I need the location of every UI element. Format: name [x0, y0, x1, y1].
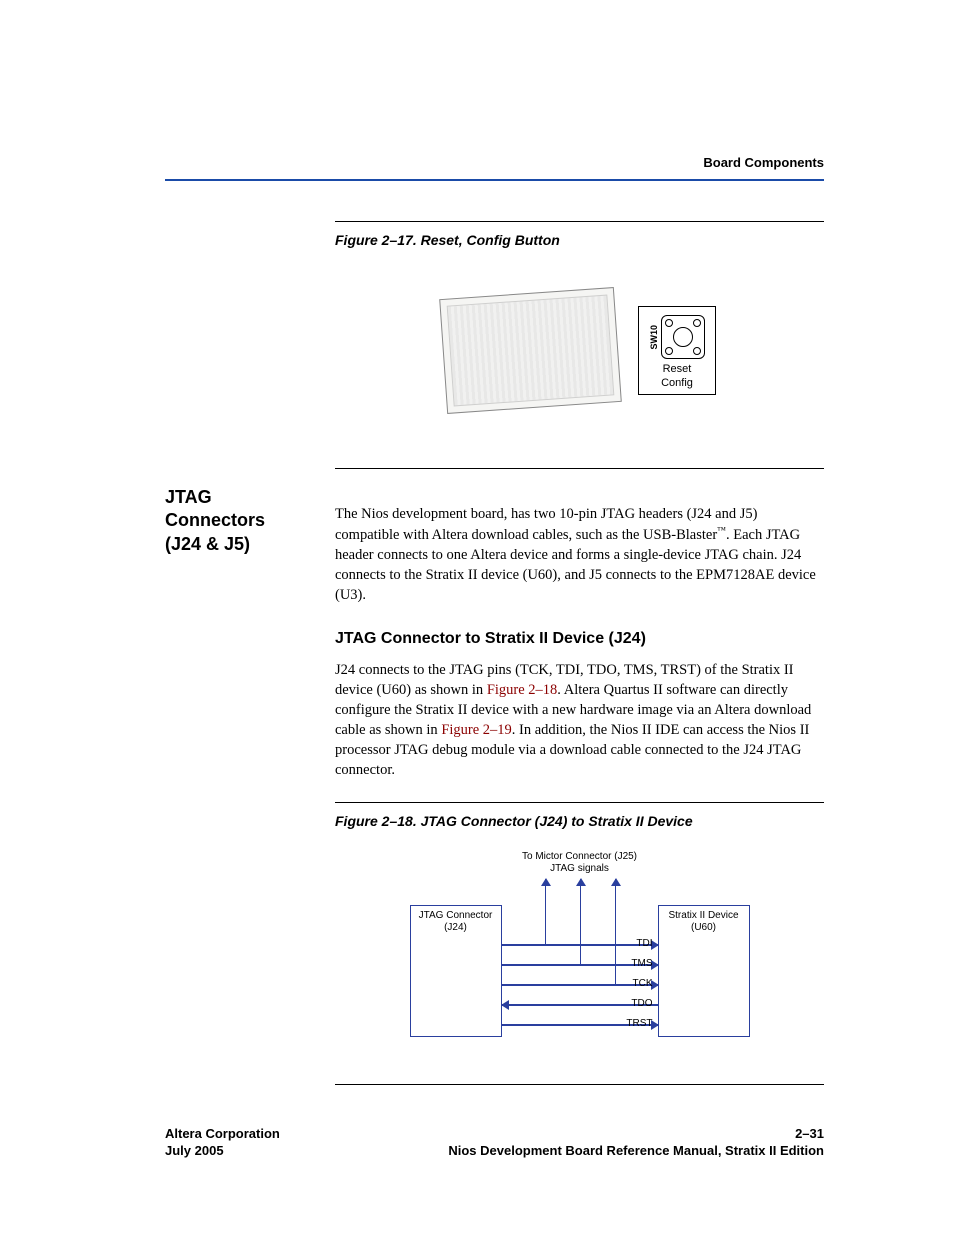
content-columns: JTAG Connectors (J24 & J5) Figure 2–17. …: [165, 221, 824, 1120]
text-line: Stratix II Device: [659, 910, 749, 922]
figure-2-18: Figure 2–18. JTAG Connector (J24) to Str…: [335, 802, 824, 1085]
figure-2-17: Figure 2–17. Reset, Config Button SW10: [335, 221, 824, 469]
button-icon: [661, 315, 705, 359]
header-rule: [165, 179, 824, 181]
figure-2-17-image: SW10 Reset Config: [335, 263, 824, 438]
body-paragraph: J24 connects to the JTAG pins (TCK, TDI,…: [335, 660, 824, 780]
trademark-symbol: ™: [717, 525, 726, 535]
figure-link-2-19[interactable]: Figure 2–19: [441, 722, 511, 738]
diagram-left-box: JTAG Connector (J24): [410, 905, 502, 1037]
jtag-diagram: To Mictor Connector (J25) JTAG signals J…: [410, 851, 750, 1046]
text-run: The Nios development board, has two 10-p…: [335, 506, 757, 543]
footer-manual-title: Nios Development Board Reference Manual,…: [448, 1142, 824, 1160]
switch-label-line2: Config: [649, 377, 706, 390]
intro-paragraph: The Nios development board, has two 10-p…: [335, 504, 824, 605]
footer-right: 2–31 Nios Development Board Reference Ma…: [448, 1125, 824, 1160]
arrow-line: [545, 879, 547, 945]
signal-label-tdi: TDI: [636, 938, 652, 949]
arrow-line: [580, 879, 582, 965]
text-line: (U60): [659, 922, 749, 934]
footer-left: Altera Corporation July 2005: [165, 1125, 280, 1160]
signal-label-tdo: TDO: [631, 998, 652, 1009]
figure-link-2-18[interactable]: Figure 2–18: [487, 682, 557, 698]
running-header: Board Components: [165, 155, 824, 170]
subheading-jtag-j24: JTAG Connector to Stratix II Device (J24…: [335, 630, 824, 648]
signal-label-tms: TMS: [631, 958, 652, 969]
text-line: JTAG Connector: [411, 910, 501, 922]
diagram-right-box: Stratix II Device (U60): [658, 905, 750, 1037]
figure-rule: [335, 221, 824, 222]
main-column: Figure 2–17. Reset, Config Button SW10: [335, 221, 824, 1120]
text-line: (J24): [411, 922, 501, 934]
switch-callout: SW10 Reset Config: [638, 306, 717, 394]
arrow-line: [615, 879, 617, 985]
board-illustration: [439, 287, 622, 414]
figure-2-18-image: To Mictor Connector (J25) JTAG signals J…: [335, 844, 824, 1054]
page-footer: Altera Corporation July 2005 2–31 Nios D…: [165, 1125, 824, 1160]
switch-label-line1: Reset: [649, 363, 706, 376]
page: Board Components JTAG Connectors (J24 & …: [0, 0, 954, 1120]
footer-page-number: 2–31: [448, 1125, 824, 1143]
sidebar: JTAG Connectors (J24 & J5): [165, 221, 305, 1120]
footer-company: Altera Corporation: [165, 1125, 280, 1143]
signal-label-trst: TRST: [626, 1018, 652, 1029]
switch-id-label: SW10: [649, 325, 660, 350]
text-line: JTAG signals: [522, 863, 637, 875]
figure-caption: Figure 2–18. JTAG Connector (J24) to Str…: [335, 813, 824, 829]
section-heading-jtag-connectors: JTAG Connectors (J24 & J5): [165, 486, 305, 556]
figure-rule: [335, 468, 824, 469]
signal-label-tck: TCK: [633, 978, 653, 989]
figure-rule: [335, 1084, 824, 1085]
signal-line-tdi: [502, 944, 658, 946]
figure-caption: Figure 2–17. Reset, Config Button: [335, 232, 824, 248]
footer-date: July 2005: [165, 1142, 280, 1160]
figure-rule: [335, 802, 824, 803]
diagram-top-label: To Mictor Connector (J25) JTAG signals: [522, 851, 637, 874]
text-line: To Mictor Connector (J25): [522, 851, 637, 863]
